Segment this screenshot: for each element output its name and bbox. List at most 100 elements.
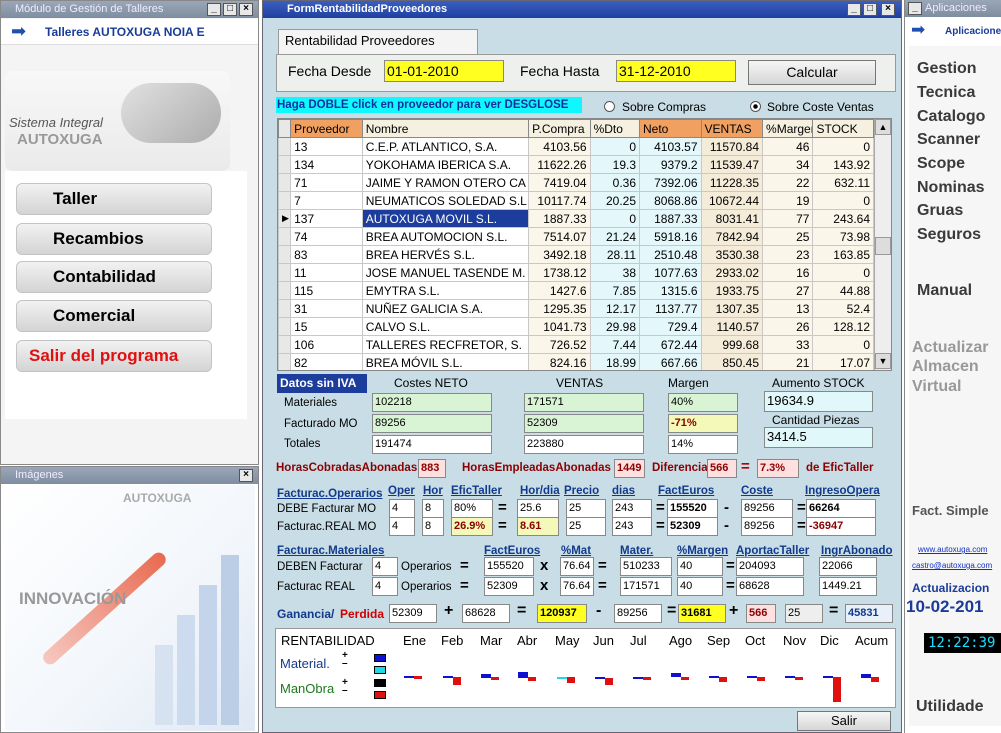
cell-nombre[interactable]: JOSE MANUEL TASENDE M. xyxy=(361,263,530,282)
cell-stock[interactable]: 632.11 xyxy=(812,173,874,192)
cell-stock[interactable]: 52.4 xyxy=(812,299,874,318)
row-selector[interactable] xyxy=(278,281,292,300)
cell-neto[interactable]: 1315.6 xyxy=(639,281,702,300)
cell-pcompra[interactable]: 1427.6 xyxy=(528,281,591,300)
cell-pcompra[interactable]: 726.52 xyxy=(528,335,591,354)
gestion-link[interactable]: Gestion xyxy=(917,60,977,78)
cell-nombre[interactable]: YOKOHAMA IBERICA S.A. xyxy=(361,155,530,174)
scroll-up-icon[interactable]: ▲ xyxy=(875,119,891,135)
cell-ventas[interactable]: 3530.38 xyxy=(700,245,764,264)
table-row[interactable]: 71 JAIME Y RAMON OTERO CA 7419.04 0.36 7392.… xyxy=(278,173,874,192)
cell-dto[interactable]: 0.36 xyxy=(589,173,641,192)
radio-coste[interactable] xyxy=(750,101,761,112)
salir-button[interactable]: Salir xyxy=(797,711,891,731)
cell-neto[interactable]: 672.44 xyxy=(639,335,702,354)
table-row[interactable]: 134 YOKOHAMA IBERICA S.A. 11622.26 19.3 9379… xyxy=(278,155,874,174)
cell-pcompra[interactable]: 1887.33 xyxy=(528,209,591,228)
cell-proveedor[interactable]: 15 xyxy=(290,317,363,336)
cell-neto[interactable]: 1077.63 xyxy=(639,263,702,282)
email-link[interactable]: castro@autoxuga.com xyxy=(912,561,992,570)
cell-ventas[interactable]: 1307.35 xyxy=(700,299,764,318)
cell-margen[interactable]: 23 xyxy=(762,245,814,264)
calcular-button[interactable]: Calcular xyxy=(748,60,876,85)
cell-margen[interactable]: 46 xyxy=(762,137,814,156)
cell-proveedor[interactable]: 11 xyxy=(290,263,363,282)
cell-proveedor[interactable]: 106 xyxy=(290,335,363,354)
cell-dto[interactable]: 12.17 xyxy=(589,299,641,318)
col-nombre[interactable]: Nombre xyxy=(361,119,530,138)
row-selector[interactable] xyxy=(278,299,292,318)
col-pcompra[interactable]: P.Compra xyxy=(528,119,591,138)
row-selector[interactable] xyxy=(278,335,292,354)
cell-ventas[interactable]: 11228.35 xyxy=(700,173,764,192)
table-row[interactable]: 106 TALLERES RECFRETOR, S. 726.52 7.44 672.4… xyxy=(278,335,874,354)
cell-nombre[interactable]: BREA AUTOMOCION S.L. xyxy=(361,227,530,246)
cell-dto[interactable]: 7.85 xyxy=(589,281,641,300)
cell-pcompra[interactable]: 7419.04 xyxy=(528,173,591,192)
cell-dto[interactable]: 0 xyxy=(589,137,641,156)
tab-rentabilidad[interactable]: Rentabilidad Proveedores xyxy=(278,29,478,54)
cell-nombre[interactable]: NUÑEZ GALICIA S.A. xyxy=(361,299,530,318)
fecha-desde-input[interactable]: 01-01-2010 xyxy=(384,60,504,82)
cell-neto[interactable]: 1137.77 xyxy=(639,299,702,318)
cell-neto[interactable]: 1887.33 xyxy=(639,209,702,228)
cell-margen[interactable]: 16 xyxy=(762,263,814,282)
cell-dto[interactable]: 38 xyxy=(589,263,641,282)
cell-ventas[interactable]: 1140.57 xyxy=(700,317,764,336)
table-row[interactable]: 11 JOSE MANUEL TASENDE M. 1738.12 38 1077.63… xyxy=(278,263,874,282)
cell-margen[interactable]: 13 xyxy=(762,299,814,318)
cell-pcompra[interactable]: 1295.35 xyxy=(528,299,591,318)
cell-neto[interactable]: 7392.06 xyxy=(639,173,702,192)
col-stock[interactable]: STOCK xyxy=(812,119,874,138)
table-row[interactable]: ▶ 137 AUTOXUGA MOVIL S.L. 1887.33 0 1887.33 80… xyxy=(278,209,874,228)
actualizar-line1[interactable]: Actualizar xyxy=(912,339,988,357)
cell-ventas[interactable]: 8031.41 xyxy=(700,209,764,228)
cell-ventas[interactable]: 11539.47 xyxy=(700,155,764,174)
catalogo-link[interactable]: Catalogo xyxy=(917,108,985,126)
cell-ventas[interactable]: 7842.94 xyxy=(700,227,764,246)
cell-stock[interactable]: 243.64 xyxy=(812,209,874,228)
row-selector[interactable]: ▶ xyxy=(278,209,292,228)
cell-margen[interactable]: 19 xyxy=(762,191,814,210)
cell-stock[interactable]: 73.98 xyxy=(812,227,874,246)
utilidades-link[interactable]: Utilidade xyxy=(916,698,984,716)
cell-neto[interactable]: 4103.57 xyxy=(639,137,702,156)
cell-dto[interactable]: 0 xyxy=(589,209,641,228)
cell-margen[interactable]: 77 xyxy=(762,209,814,228)
scope-link[interactable]: Scope xyxy=(917,155,965,173)
tecnica-link[interactable]: Tecnica xyxy=(917,84,975,102)
cell-margen[interactable]: 33 xyxy=(762,335,814,354)
gruas-link[interactable]: Gruas xyxy=(917,202,963,220)
col-margen[interactable]: %Margen xyxy=(762,119,814,138)
cell-neto[interactable]: 667.66 xyxy=(639,353,702,370)
cell-dto[interactable]: 29.98 xyxy=(589,317,641,336)
col-proveedor[interactable]: Proveedor xyxy=(290,119,363,138)
cell-neto[interactable]: 5918.16 xyxy=(639,227,702,246)
cell-stock[interactable]: 0 xyxy=(812,263,874,282)
manual-link[interactable]: Manual xyxy=(917,282,972,300)
cell-proveedor[interactable]: 115 xyxy=(290,281,363,300)
cell-neto[interactable]: 8068.86 xyxy=(639,191,702,210)
table-row[interactable]: 74 BREA AUTOMOCION S.L. 7514.07 21.24 5918.1… xyxy=(278,227,874,246)
row-selector[interactable] xyxy=(278,137,292,156)
row-selector[interactable] xyxy=(278,263,292,282)
cell-stock[interactable]: 17.07 xyxy=(812,353,874,370)
cell-ventas[interactable]: 1933.75 xyxy=(700,281,764,300)
cell-margen[interactable]: 26 xyxy=(762,317,814,336)
contabilidad-button[interactable]: Contabilidad xyxy=(16,261,212,293)
cell-proveedor[interactable]: 13 xyxy=(290,137,363,156)
cell-dto[interactable]: 19.3 xyxy=(589,155,641,174)
cell-ventas[interactable]: 2933.02 xyxy=(700,263,764,282)
col-dto[interactable]: %Dto xyxy=(589,119,641,138)
row-selector[interactable] xyxy=(278,353,292,370)
minimize-button[interactable]: _ xyxy=(207,3,221,16)
cell-proveedor[interactable]: 7 xyxy=(290,191,363,210)
cell-dto[interactable]: 28.11 xyxy=(589,245,641,264)
cell-stock[interactable]: 44.88 xyxy=(812,281,874,300)
row-selector[interactable] xyxy=(278,191,292,210)
cell-neto[interactable]: 9379.2 xyxy=(639,155,702,174)
scroll-thumb[interactable] xyxy=(875,237,891,255)
fact-simple-link[interactable]: Fact. Simple xyxy=(912,503,989,518)
close-button[interactable]: × xyxy=(239,3,253,16)
cell-margen[interactable]: 22 xyxy=(762,173,814,192)
